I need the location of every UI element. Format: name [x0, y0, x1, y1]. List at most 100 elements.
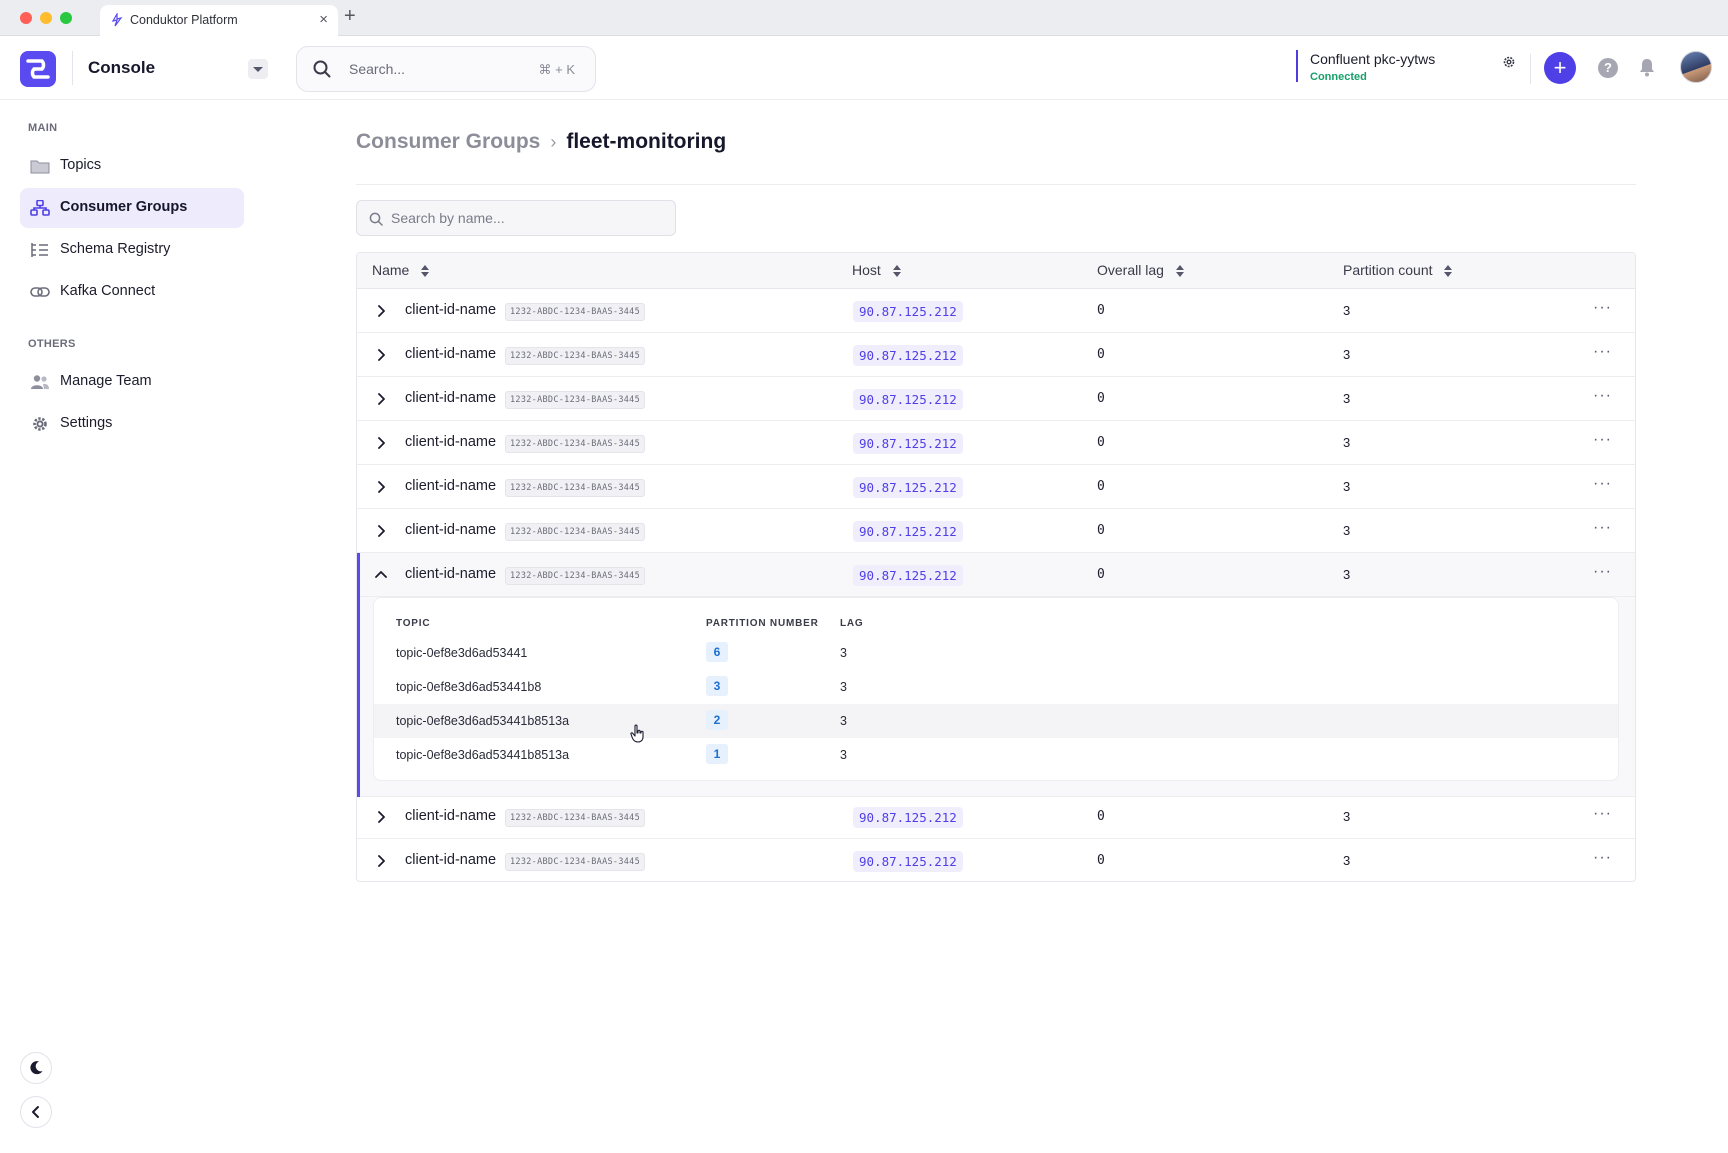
overall-lag: 0: [1097, 479, 1105, 494]
group-name: client-id-name: [405, 346, 497, 362]
maximize-window-button[interactable]: [60, 12, 72, 24]
breadcrumb-parent[interactable]: Consumer Groups: [356, 130, 540, 153]
search-icon: [369, 212, 383, 226]
partition-count: 3: [1343, 523, 1351, 538]
column-header-overall-lag[interactable]: Overall lag: [1097, 262, 1184, 278]
browser-tab[interactable]: Conduktor Platform ×: [100, 5, 338, 36]
host-badge: 90.87.125.212: [853, 301, 963, 322]
overall-lag: 0: [1097, 523, 1105, 538]
host-badge: 90.87.125.212: [853, 433, 963, 454]
cluster-settings-icon[interactable]: [1502, 55, 1516, 69]
partition-number-badge: 3: [706, 676, 728, 696]
more-actions-icon[interactable]: ···: [1593, 805, 1612, 823]
column-header-host[interactable]: Host: [852, 262, 901, 278]
sidebar-item-settings[interactable]: Settings: [20, 404, 244, 444]
detail-row[interactable]: topic-0ef8e3d6ad53441b8 3 3: [374, 670, 1618, 704]
sort-icon: [1175, 265, 1184, 278]
column-header-partition-count[interactable]: Partition count: [1343, 262, 1453, 278]
gear-icon: [33, 417, 47, 431]
browser-chrome: Conduktor Platform × +: [0, 0, 1728, 36]
detail-row[interactable]: topic-0ef8e3d6ad53441b8513a 1 3: [374, 738, 1618, 772]
chevron-right-icon[interactable]: [373, 347, 389, 363]
help-icon[interactable]: ?: [1598, 58, 1618, 78]
partition-number-badge: 6: [706, 642, 728, 662]
chevron-right-icon[interactable]: [373, 523, 389, 539]
header-separator: [1530, 54, 1531, 84]
more-actions-icon[interactable]: ···: [1593, 387, 1612, 405]
more-actions-icon[interactable]: ···: [1593, 563, 1612, 581]
table-row-expanded[interactable]: client-id-name 1232-ABDC-1234-BAAS-3445 …: [357, 553, 1635, 797]
breadcrumb-separator-icon: ›: [550, 132, 557, 152]
minimize-window-button[interactable]: [40, 12, 52, 24]
chevron-right-icon[interactable]: [373, 391, 389, 407]
table-row[interactable]: client-id-name 1232-ABDC-1234-BAAS-3445 …: [357, 333, 1635, 377]
group-id-badge: 1232-ABDC-1234-BAAS-3445: [505, 303, 646, 321]
table-row[interactable]: client-id-name 1232-ABDC-1234-BAAS-3445 …: [357, 465, 1635, 509]
sidebar-item-kafka-connect[interactable]: Kafka Connect: [20, 272, 244, 312]
more-actions-icon[interactable]: ···: [1593, 475, 1612, 493]
host-badge: 90.87.125.212: [853, 851, 963, 872]
more-actions-icon[interactable]: ···: [1593, 849, 1612, 867]
overall-lag: 0: [1097, 809, 1105, 824]
sidebar-item-schema-registry[interactable]: Schema Registry: [20, 230, 244, 270]
more-actions-icon[interactable]: ···: [1593, 299, 1612, 317]
cluster-name[interactable]: Confluent pkc-yytws: [1310, 51, 1435, 67]
app-header: Console Search... ⌘ + K Confluent pkc-yy…: [0, 36, 1728, 100]
more-actions-icon[interactable]: ···: [1593, 343, 1612, 361]
sidebar-item-manage-team[interactable]: Manage Team: [20, 362, 244, 402]
topic-name[interactable]: topic-0ef8e3d6ad53441b8513a: [396, 748, 569, 762]
overall-lag: 0: [1097, 303, 1105, 318]
table-row[interactable]: client-id-name 1232-ABDC-1234-BAAS-3445 …: [357, 795, 1635, 839]
chevron-right-icon[interactable]: [373, 853, 389, 869]
topic-name[interactable]: topic-0ef8e3d6ad53441b8: [396, 680, 541, 694]
table-row[interactable]: client-id-name 1232-ABDC-1234-BAAS-3445 …: [357, 289, 1635, 333]
detail-row-hovered[interactable]: topic-0ef8e3d6ad53441b8513a 2 3: [374, 704, 1618, 738]
bell-icon[interactable]: [1638, 57, 1656, 77]
host-badge: 90.87.125.212: [853, 807, 963, 828]
close-window-button[interactable]: [20, 12, 32, 24]
table-row[interactable]: client-id-name 1232-ABDC-1234-BAAS-3445 …: [357, 377, 1635, 421]
chevron-right-icon[interactable]: [373, 435, 389, 451]
add-button[interactable]: +: [1544, 52, 1576, 84]
tab-close-icon[interactable]: ×: [319, 11, 328, 28]
host-badge: 90.87.125.212: [853, 521, 963, 542]
user-avatar[interactable]: [1680, 51, 1712, 83]
filter-placeholder: Search by name...: [391, 210, 505, 226]
chevron-up-icon[interactable]: [373, 567, 389, 583]
more-actions-icon[interactable]: ···: [1593, 519, 1612, 537]
sidebar-section-main: MAIN: [28, 122, 58, 134]
theme-toggle-button[interactable]: [20, 1052, 52, 1084]
table-row[interactable]: client-id-name 1232-ABDC-1234-BAAS-3445 …: [357, 509, 1635, 553]
group-name: client-id-name: [405, 478, 497, 494]
group-name: client-id-name: [405, 390, 497, 406]
topic-name[interactable]: topic-0ef8e3d6ad53441b8513a: [396, 714, 569, 728]
filter-input[interactable]: Search by name...: [356, 200, 676, 236]
table-row[interactable]: client-id-name 1232-ABDC-1234-BAAS-3445 …: [357, 839, 1635, 883]
partition-detail-table: TOPIC PARTITION NUMBER LAG topic-0ef8e3d…: [373, 597, 1619, 781]
collapse-sidebar-button[interactable]: [20, 1096, 52, 1128]
chevron-right-icon[interactable]: [373, 479, 389, 495]
sidebar-item-topics[interactable]: Topics: [20, 146, 244, 186]
new-tab-icon[interactable]: +: [344, 6, 356, 26]
app-logo[interactable]: [20, 51, 56, 87]
column-header-name[interactable]: Name: [372, 262, 430, 278]
sidebar-item-consumer-groups[interactable]: Consumer Groups: [20, 188, 244, 228]
table-row[interactable]: client-id-name 1232-ABDC-1234-BAAS-3445 …: [357, 421, 1635, 465]
chevron-right-icon[interactable]: [373, 303, 389, 319]
topic-name[interactable]: topic-0ef8e3d6ad53441: [396, 646, 527, 660]
host-badge: 90.87.125.212: [853, 345, 963, 366]
detail-header-topic: TOPIC: [396, 618, 431, 629]
detail-row[interactable]: topic-0ef8e3d6ad53441 6 3: [374, 636, 1618, 670]
more-actions-icon[interactable]: ···: [1593, 431, 1612, 449]
header-divider: [72, 51, 73, 85]
sidebar-section-others: OTHERS: [28, 338, 76, 350]
app-switcher-dropdown[interactable]: [248, 59, 268, 79]
moon-icon: [30, 1061, 43, 1075]
group-id-badge: 1232-ABDC-1234-BAAS-3445: [505, 567, 646, 585]
sidebar-item-label: Topics: [60, 157, 102, 173]
host-badge: 90.87.125.212: [853, 565, 963, 586]
chevron-right-icon[interactable]: [373, 809, 389, 825]
users-icon: [31, 375, 49, 389]
group-name: client-id-name: [405, 302, 497, 318]
global-search[interactable]: Search... ⌘ + K: [296, 46, 596, 92]
